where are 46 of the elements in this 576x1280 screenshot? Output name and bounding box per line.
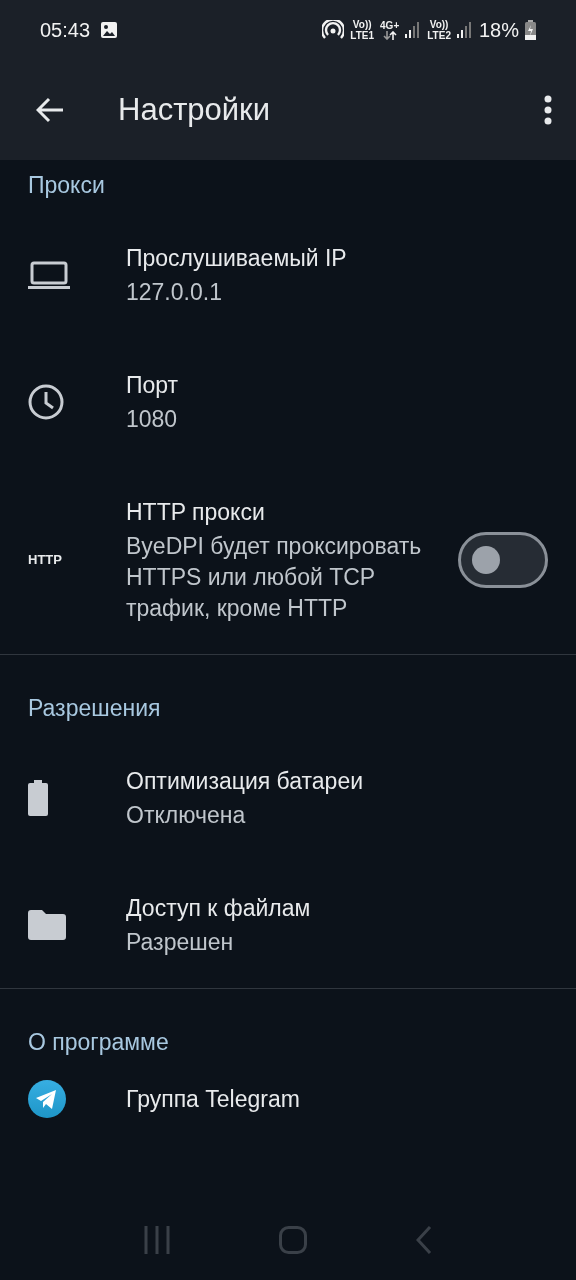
settings-item[interactable]: Доступ к файлам Разрешен bbox=[0, 861, 576, 988]
setting-summary: Отключена bbox=[126, 801, 247, 830]
http-icon: HTTP bbox=[28, 552, 62, 567]
setting-title: Прослушиваемый IP bbox=[126, 244, 348, 273]
charging-battery-icon bbox=[525, 20, 536, 40]
laptop-icon bbox=[28, 260, 70, 289]
battery-percent: 18% bbox=[478, 18, 519, 42]
setting-title: Оптимизация батареи bbox=[126, 767, 365, 796]
network-label: 4G+ bbox=[380, 20, 400, 31]
home-icon bbox=[279, 1226, 307, 1254]
screen-title: Настройки bbox=[118, 92, 271, 128]
back-chevron-icon bbox=[415, 1226, 432, 1254]
setting-title: Группа Telegram bbox=[126, 1085, 301, 1114]
paper-plane-icon bbox=[28, 1080, 66, 1118]
clock-icon bbox=[28, 383, 64, 420]
setting-title: HTTP прокси bbox=[126, 498, 266, 527]
settings-item[interactable]: HTTP HTTP прокси ByeDPI будет проксировать HTTPS или любой TCP трафик, кроме HTTP bbox=[0, 465, 576, 654]
section-header: Разрешения bbox=[27, 694, 162, 723]
signal-icon bbox=[456, 21, 473, 39]
settings-item[interactable]: Группа Telegram bbox=[0, 1068, 576, 1178]
back-arrow-icon bbox=[36, 97, 64, 123]
network-label: LTE2 bbox=[427, 30, 451, 41]
volte-label: Vo)) bbox=[352, 19, 372, 30]
image-notification-icon bbox=[100, 21, 119, 39]
signal-icon bbox=[405, 21, 422, 39]
setting-summary: Разрешен bbox=[126, 928, 235, 957]
setting-summary: ByeDPI будет проксировать HTTPS или любой TCP трафик, кроме HTTP bbox=[126, 532, 423, 623]
section-header: О программе bbox=[27, 1028, 170, 1057]
battery-icon bbox=[28, 779, 48, 816]
hotspot-icon bbox=[322, 20, 345, 40]
folder-icon bbox=[28, 909, 66, 940]
setting-title: Доступ к файлам bbox=[126, 894, 312, 923]
network-label: LTE1 bbox=[350, 30, 375, 41]
recents-icon bbox=[144, 1226, 171, 1254]
more-options-icon bbox=[544, 95, 552, 125]
settings-item[interactable]: Прослушиваемый IP 127.0.0.1 bbox=[0, 211, 576, 338]
section-header: Прокси bbox=[27, 171, 106, 200]
setting-summary: 127.0.0.1 bbox=[126, 278, 223, 307]
setting-title: Порт bbox=[126, 371, 180, 400]
setting-summary: 1080 bbox=[126, 405, 179, 434]
toggle-switch[interactable] bbox=[458, 531, 548, 588]
volte-label: Vo)) bbox=[429, 19, 449, 30]
settings-item[interactable]: Порт 1080 bbox=[0, 338, 576, 465]
settings-item[interactable]: Оптимизация батареи Отключена bbox=[0, 734, 576, 861]
data-arrows-icon bbox=[382, 31, 397, 40]
clock-time: 05:43 bbox=[40, 18, 91, 42]
